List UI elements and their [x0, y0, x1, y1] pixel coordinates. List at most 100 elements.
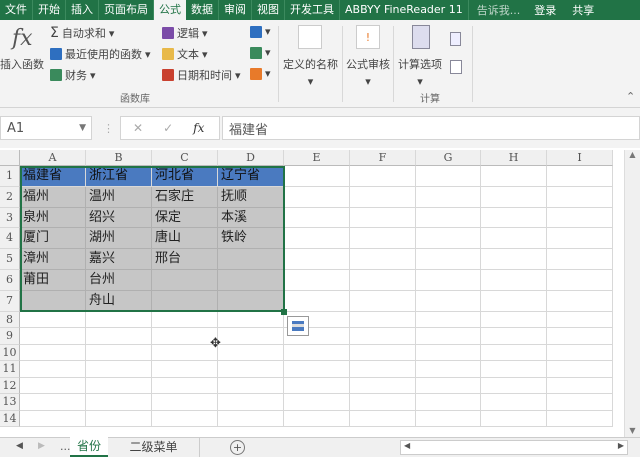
cell-G9[interactable]	[416, 328, 481, 345]
cell-I14[interactable]	[547, 410, 613, 428]
cell-A9[interactable]	[20, 328, 86, 345]
cell-D1[interactable]: 辽宁省	[218, 166, 284, 187]
name-box[interactable]: A1 ▼	[0, 116, 92, 140]
cell-A10[interactable]	[20, 344, 86, 362]
cell-C1[interactable]: 河北省	[152, 166, 218, 187]
column-header-H[interactable]: H	[481, 150, 547, 166]
cell-A1[interactable]: 福建省	[20, 166, 86, 187]
column-header-A[interactable]: A	[20, 150, 86, 166]
cell-G13[interactable]	[416, 394, 481, 411]
cell-B9[interactable]	[86, 328, 152, 345]
cell-D5[interactable]	[218, 249, 284, 270]
cell-A6[interactable]: 莆田	[20, 270, 86, 291]
row-header-4[interactable]: 4	[0, 228, 20, 250]
cell-B5[interactable]: 嘉兴	[86, 249, 152, 270]
cell-D3[interactable]: 本溪	[218, 207, 284, 229]
cell-I11[interactable]	[547, 361, 613, 378]
next-sheet-icon[interactable]: ▶	[38, 441, 45, 451]
cell-F2[interactable]	[350, 186, 416, 208]
cell-A2[interactable]: 福州	[20, 186, 86, 208]
cell-C8[interactable]	[152, 311, 218, 329]
cell-I4[interactable]	[547, 228, 613, 250]
cell-B14[interactable]	[86, 410, 152, 428]
cell-I8[interactable]	[547, 311, 613, 329]
cell-I10[interactable]	[547, 344, 613, 362]
cell-D14[interactable]	[218, 410, 284, 428]
ribbon-tab-3[interactable]: 页面布局	[99, 0, 154, 20]
cell-G1[interactable]	[416, 166, 481, 187]
cell-H14[interactable]	[481, 410, 547, 428]
cell-E1[interactable]	[284, 166, 350, 187]
cell-B3[interactable]: 绍兴	[86, 207, 152, 229]
cell-D9[interactable]	[218, 328, 284, 345]
row-header-10[interactable]: 10	[0, 344, 20, 362]
cell-C3[interactable]: 保定	[152, 207, 218, 229]
row-header-12[interactable]: 12	[0, 377, 20, 395]
collapse-ribbon-button[interactable]: ⌃	[626, 90, 635, 103]
column-header-E[interactable]: E	[284, 150, 350, 166]
cell-E13[interactable]	[284, 394, 350, 411]
cell-I1[interactable]	[547, 166, 613, 187]
cell-A14[interactable]	[20, 410, 86, 428]
lookup-button[interactable]: ▾	[250, 25, 271, 38]
column-header-F[interactable]: F	[350, 150, 416, 166]
cell-E2[interactable]	[284, 186, 350, 208]
row-header-5[interactable]: 5	[0, 249, 20, 270]
cell-I12[interactable]	[547, 377, 613, 395]
calc-options-button[interactable]: 计算选项 ▾	[398, 56, 442, 88]
cell-H7[interactable]	[481, 290, 547, 312]
cell-F6[interactable]	[350, 270, 416, 291]
cell-F3[interactable]	[350, 207, 416, 229]
calc-sheet-button[interactable]	[450, 60, 462, 74]
cell-B12[interactable]	[86, 377, 152, 395]
cell-C9[interactable]	[152, 328, 218, 345]
cell-A4[interactable]: 厦门	[20, 228, 86, 250]
cell-I2[interactable]	[547, 186, 613, 208]
cell-C13[interactable]	[152, 394, 218, 411]
cell-E4[interactable]	[284, 228, 350, 250]
cell-I5[interactable]	[547, 249, 613, 270]
cell-A7[interactable]	[20, 290, 86, 312]
cell-H2[interactable]	[481, 186, 547, 208]
cell-H12[interactable]	[481, 377, 547, 395]
cell-C14[interactable]	[152, 410, 218, 428]
cell-G11[interactable]	[416, 361, 481, 378]
cell-C7[interactable]	[152, 290, 218, 312]
row-header-3[interactable]: 3	[0, 207, 20, 229]
row-header-7[interactable]: 7	[0, 290, 20, 312]
cell-D11[interactable]	[218, 361, 284, 378]
cell-G10[interactable]	[416, 344, 481, 362]
cell-I7[interactable]	[547, 290, 613, 312]
row-header-2[interactable]: 2	[0, 186, 20, 208]
cell-H5[interactable]	[481, 249, 547, 270]
cell-C10[interactable]	[152, 344, 218, 362]
cell-D7[interactable]	[218, 290, 284, 312]
cell-A5[interactable]: 漳州	[20, 249, 86, 270]
cell-G4[interactable]	[416, 228, 481, 250]
cell-B4[interactable]: 湖州	[86, 228, 152, 250]
more-functions-button[interactable]: ▾	[250, 67, 271, 80]
drag-handle-icon[interactable]: ⋮	[103, 122, 114, 135]
ribbon-tab-2[interactable]: 插入	[66, 0, 99, 20]
cell-F10[interactable]	[350, 344, 416, 362]
ribbon-tab-8[interactable]: 开发工具	[285, 0, 340, 20]
cell-I3[interactable]	[547, 207, 613, 229]
column-header-I[interactable]: I	[547, 150, 613, 166]
cell-G2[interactable]	[416, 186, 481, 208]
cell-E11[interactable]	[284, 361, 350, 378]
formula-audit-button[interactable]: 公式审核 ▾	[346, 56, 390, 88]
column-header-G[interactable]: G	[416, 150, 481, 166]
cell-I6[interactable]	[547, 270, 613, 291]
cell-A11[interactable]	[20, 361, 86, 378]
cell-D6[interactable]	[218, 270, 284, 291]
cell-C4[interactable]: 唐山	[152, 228, 218, 250]
horizontal-scrollbar[interactable]: ◀ ▶	[400, 440, 628, 455]
cell-B8[interactable]	[86, 311, 152, 329]
cell-E10[interactable]	[284, 344, 350, 362]
scroll-up-icon[interactable]: ▲	[625, 150, 640, 159]
cell-E14[interactable]	[284, 410, 350, 428]
cell-E3[interactable]	[284, 207, 350, 229]
cell-F12[interactable]	[350, 377, 416, 395]
sheet-tab-provinces[interactable]: 省份	[70, 437, 108, 457]
cell-D10[interactable]	[218, 344, 284, 362]
